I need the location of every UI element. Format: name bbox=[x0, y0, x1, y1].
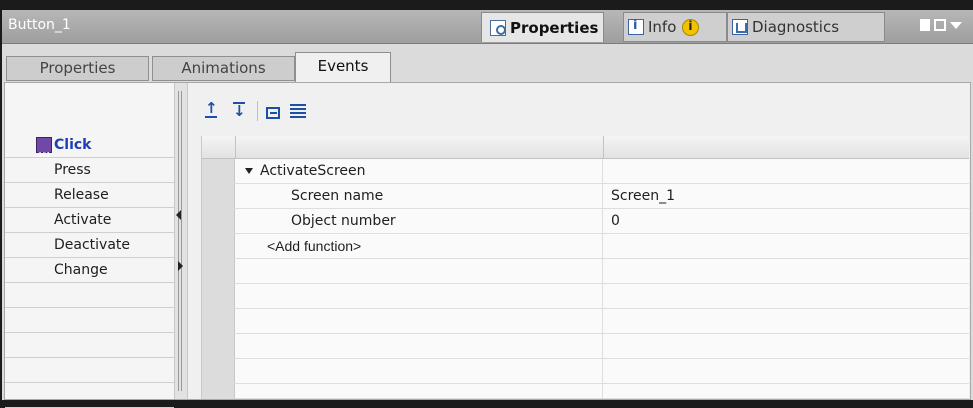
table-row bbox=[202, 309, 969, 334]
function-list-table: ActivateScreen Screen name Screen_1 Obje… bbox=[201, 136, 969, 399]
event-item-activate[interactable]: Activate bbox=[5, 208, 174, 233]
param-name: Screen name bbox=[291, 188, 384, 204]
event-label: Press bbox=[54, 162, 91, 178]
row-name-cell bbox=[235, 334, 603, 358]
function-row[interactable]: ActivateScreen bbox=[202, 159, 969, 184]
row-gutter bbox=[202, 209, 235, 233]
chevron-down-icon[interactable] bbox=[950, 22, 962, 29]
table-header bbox=[202, 136, 969, 159]
table-row bbox=[202, 259, 969, 284]
table-row bbox=[202, 334, 969, 359]
row-gutter bbox=[202, 234, 235, 258]
subtab-properties[interactable]: Properties bbox=[6, 56, 149, 81]
inspector-window: Button_1 Properties Info Diagnostics Pro… bbox=[2, 10, 973, 408]
tab-properties[interactable]: Properties bbox=[481, 12, 604, 42]
magnifier-icon bbox=[490, 19, 506, 36]
header-name-column[interactable] bbox=[235, 136, 604, 158]
function-name: ActivateScreen bbox=[260, 163, 366, 179]
float-window-icon[interactable] bbox=[920, 19, 930, 31]
row-gutter bbox=[202, 359, 235, 383]
event-label: Activate bbox=[54, 212, 112, 228]
event-item-empty bbox=[5, 358, 174, 383]
event-label: Change bbox=[54, 262, 108, 278]
maximize-icon[interactable] bbox=[934, 19, 946, 31]
row-name-cell bbox=[235, 284, 603, 308]
event-item-empty bbox=[5, 308, 174, 333]
row-gutter bbox=[202, 159, 235, 183]
tab-properties-label: Properties bbox=[510, 18, 599, 37]
row-name-cell: Object number bbox=[235, 209, 603, 233]
list-icon[interactable] bbox=[288, 101, 308, 121]
event-item-empty bbox=[5, 333, 174, 358]
row-name-cell bbox=[235, 384, 603, 399]
tab-info[interactable]: Info bbox=[623, 12, 727, 42]
subtab-events[interactable]: Events bbox=[295, 52, 391, 82]
param-value[interactable]: Screen_1 bbox=[611, 184, 675, 208]
row-gutter bbox=[202, 259, 235, 283]
window-title: Button_1 bbox=[8, 17, 71, 33]
tab-diagnostics[interactable]: Diagnostics bbox=[727, 12, 885, 42]
header-gutter bbox=[202, 136, 236, 158]
row-name-cell: ActivateScreen bbox=[235, 159, 603, 183]
toolbar-divider bbox=[257, 101, 258, 121]
events-panel: Click Press Release Activate Deactivate … bbox=[4, 82, 971, 408]
event-item-release[interactable]: Release bbox=[5, 183, 174, 208]
row-gutter bbox=[202, 309, 235, 333]
row-name-cell bbox=[235, 309, 603, 333]
param-row[interactable]: Screen name Screen_1 bbox=[202, 184, 969, 209]
row-gutter bbox=[202, 184, 235, 208]
param-row[interactable]: Object number 0 bbox=[202, 209, 969, 234]
panel-splitter[interactable] bbox=[174, 83, 188, 399]
row-gutter bbox=[202, 384, 235, 399]
collapse-triangle-icon[interactable] bbox=[245, 168, 253, 174]
add-function-link[interactable]: <Add function> bbox=[267, 234, 361, 258]
param-name: Object number bbox=[291, 213, 396, 229]
event-label: Release bbox=[54, 187, 109, 203]
add-function-row[interactable]: <Add function> bbox=[202, 234, 969, 259]
event-label: Deactivate bbox=[54, 237, 131, 253]
move-down-icon[interactable] bbox=[229, 101, 249, 121]
expand-icon[interactable] bbox=[266, 106, 280, 119]
row-name-cell: Screen name bbox=[235, 184, 603, 208]
table-row bbox=[202, 284, 969, 309]
row-name-cell: <Add function> bbox=[235, 234, 603, 258]
row-gutter bbox=[202, 334, 235, 358]
tab-info-label: Info bbox=[648, 18, 677, 36]
move-up-icon[interactable] bbox=[201, 99, 221, 121]
table-row bbox=[202, 384, 969, 399]
subtab-bar: Properties Animations Events bbox=[2, 44, 973, 82]
expand-right-icon[interactable] bbox=[178, 261, 183, 271]
event-item-press[interactable]: Press bbox=[5, 158, 174, 183]
click-event-icon bbox=[36, 137, 52, 167]
param-value[interactable]: 0 bbox=[611, 209, 620, 233]
splitter-bar bbox=[178, 91, 182, 391]
event-item-empty bbox=[5, 283, 174, 308]
event-item-empty bbox=[5, 383, 174, 408]
event-item-change[interactable]: Change bbox=[5, 258, 174, 283]
tab-diagnostics-label: Diagnostics bbox=[752, 18, 840, 36]
table-row bbox=[202, 359, 969, 384]
diagnostics-icon bbox=[732, 19, 748, 35]
info-icon bbox=[628, 18, 644, 35]
window-controls bbox=[920, 19, 962, 31]
function-toolbar bbox=[201, 99, 308, 121]
event-item-click[interactable]: Click bbox=[5, 133, 174, 167]
event-list: Click Press Release Activate Deactivate … bbox=[5, 83, 174, 408]
row-name-cell bbox=[235, 359, 603, 383]
row-gutter bbox=[202, 284, 235, 308]
warning-info-icon bbox=[682, 18, 700, 36]
subtab-animations[interactable]: Animations bbox=[152, 56, 295, 81]
row-name-cell bbox=[235, 259, 603, 283]
event-label: Click bbox=[54, 137, 92, 153]
event-item-deactivate[interactable]: Deactivate bbox=[5, 233, 174, 258]
title-bar: Button_1 Properties Info Diagnostics bbox=[2, 10, 973, 44]
collapse-left-icon[interactable] bbox=[176, 210, 181, 220]
